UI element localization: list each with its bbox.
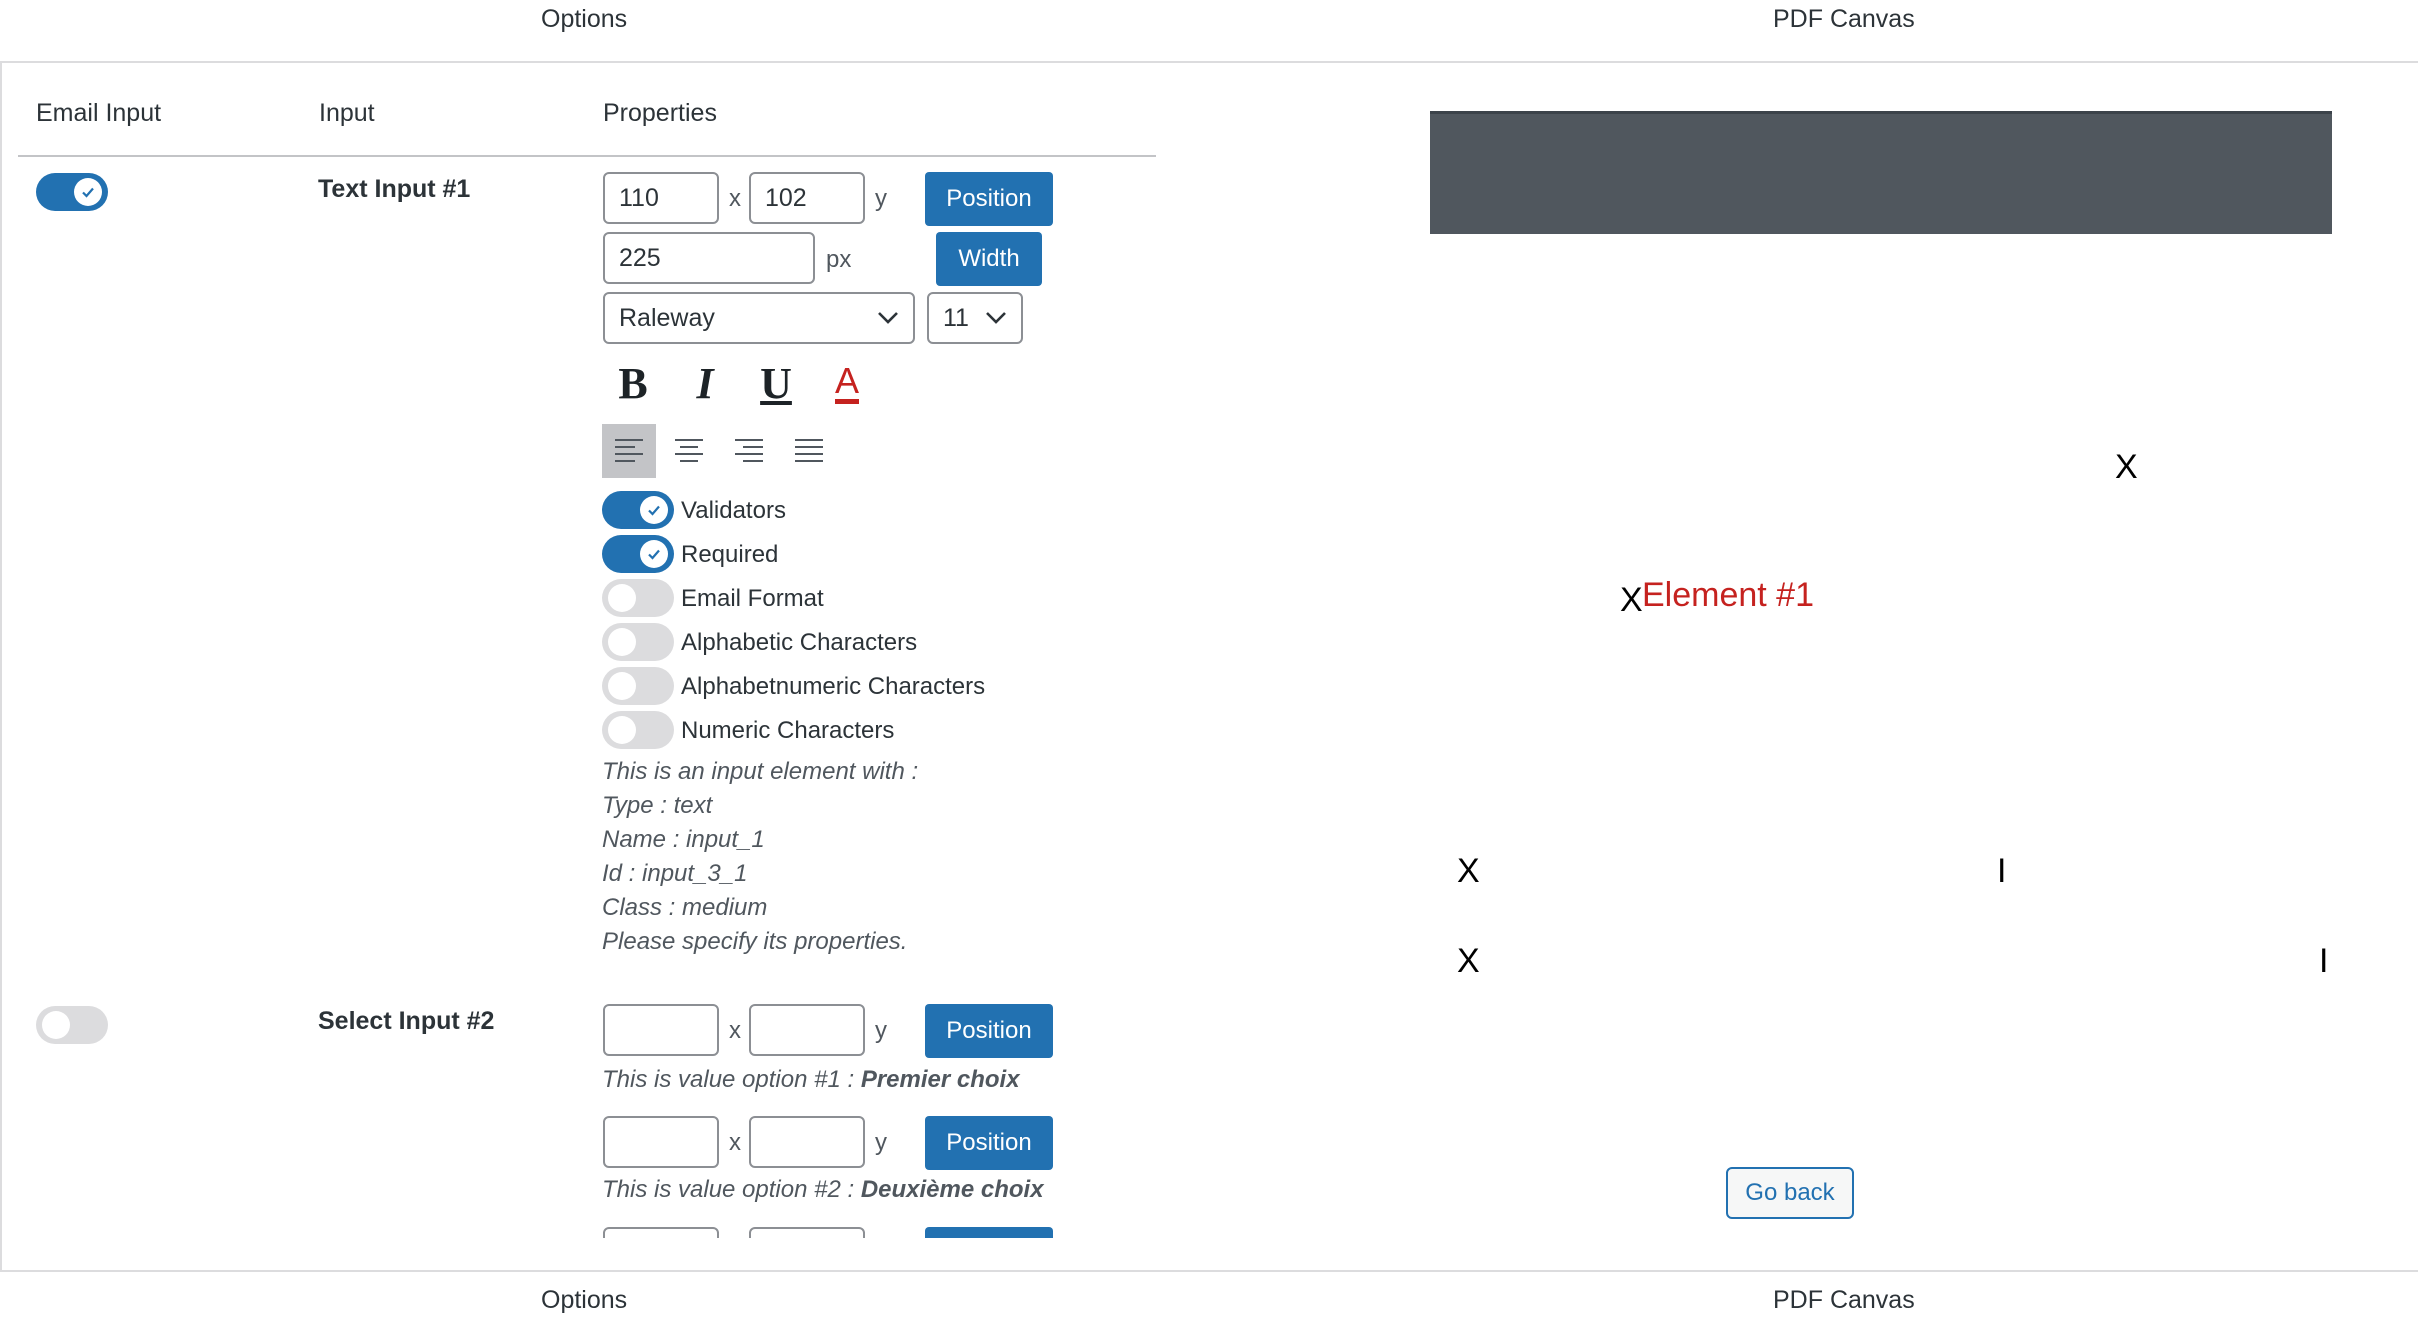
option2-desc-value: Deuxième choix xyxy=(860,1176,1044,1203)
email-format-label: Email Format xyxy=(681,585,824,612)
canvas-marker[interactable]: I xyxy=(2319,942,2328,981)
email-toggle-row1[interactable] xyxy=(36,173,108,211)
required-toggle[interactable] xyxy=(602,535,674,573)
validators-toggle[interactable] xyxy=(602,491,674,529)
text-color-button[interactable]: A xyxy=(822,358,872,408)
check-icon xyxy=(648,505,660,516)
option3-position-button[interactable] xyxy=(925,1227,1053,1238)
option2-position-button[interactable]: Position xyxy=(925,1116,1053,1170)
bold-icon: B xyxy=(618,358,648,408)
y-separator: y xyxy=(875,185,887,212)
description-line: Please specify its properties. xyxy=(602,928,908,955)
underline-button[interactable]: U xyxy=(751,358,801,408)
options-header: Options xyxy=(541,5,628,33)
header-divider xyxy=(18,155,1156,157)
go-back-button[interactable]: Go back xyxy=(1726,1167,1854,1219)
option2-x-input[interactable] xyxy=(603,1116,719,1168)
numeric-toggle[interactable] xyxy=(602,711,674,749)
pdf-canvas-footer: PDF Canvas xyxy=(1773,1286,1915,1314)
width-unit: px xyxy=(826,246,852,273)
font-size-select[interactable]: 11 xyxy=(927,292,1023,344)
width-input[interactable] xyxy=(603,232,815,284)
y-coordinate-input[interactable] xyxy=(749,172,865,224)
canvas-element-label[interactable]: Element #1 xyxy=(1642,576,1814,615)
pdf-header-bar xyxy=(1430,111,2332,234)
option3-y-input[interactable] xyxy=(749,1227,865,1238)
email-toggle-row2[interactable] xyxy=(36,1006,108,1044)
canvas-marker[interactable]: X xyxy=(1457,942,1480,981)
canvas-marker[interactable]: I xyxy=(1997,852,2006,891)
column-email-input: Email Input xyxy=(36,99,162,127)
column-input: Input xyxy=(319,99,375,127)
align-right-button[interactable] xyxy=(722,424,776,478)
email-format-toggle[interactable] xyxy=(602,579,674,617)
pdf-canvas[interactable]: X X Element #1 X I X I Go back xyxy=(1158,61,2418,1270)
align-justify-icon xyxy=(795,439,823,462)
align-center-icon xyxy=(675,439,703,462)
numeric-label: Numeric Characters xyxy=(681,717,895,744)
font-family-select[interactable]: Raleway xyxy=(603,292,915,344)
input-description: This is an input element with : Type : t… xyxy=(602,755,918,959)
description-line: Class : medium xyxy=(602,894,768,921)
canvas-marker[interactable]: X xyxy=(1457,852,1480,891)
option2-y-input[interactable] xyxy=(749,1116,865,1168)
font-size-value: 11 xyxy=(943,303,969,332)
bottom-footer-bar: Options PDF Canvas xyxy=(0,1270,2418,1328)
row-title-select-input-2: Select Input #2 xyxy=(318,1007,495,1035)
check-icon xyxy=(82,187,94,198)
validators-label: Validators xyxy=(681,497,786,524)
option2-description: This is value option #2 : Deuxième choix xyxy=(602,1173,1044,1207)
pdf-canvas-header: PDF Canvas xyxy=(1773,5,1915,33)
description-line: Type : text xyxy=(602,792,713,819)
top-header-bar: Options PDF Canvas xyxy=(0,0,2418,63)
description-line: This is an input element with : xyxy=(602,758,919,785)
alphabetic-label: Alphabetic Characters xyxy=(681,629,918,656)
position-button[interactable]: Position xyxy=(925,172,1053,226)
underline-icon: U xyxy=(760,358,792,408)
options-footer: Options xyxy=(541,1286,628,1314)
align-justify-button[interactable] xyxy=(782,424,836,478)
alphabetic-toggle[interactable] xyxy=(602,623,674,661)
option3-x-input[interactable] xyxy=(603,1227,719,1238)
canvas-marker[interactable]: X xyxy=(1620,581,1643,620)
left-border xyxy=(0,61,2,1270)
row-title-text-input-1: Text Input #1 xyxy=(318,175,471,203)
width-button[interactable]: Width xyxy=(936,232,1042,286)
x-separator: x xyxy=(729,1017,741,1044)
option1-desc-value: Premier choix xyxy=(860,1066,1020,1093)
options-panel[interactable]: Email Input Input Properties Text Input … xyxy=(18,61,1158,1238)
option1-desc-prefix: This is value option #1 : xyxy=(602,1066,861,1093)
font-family-value: Raleway xyxy=(619,303,715,332)
chevron-down-icon xyxy=(986,312,1006,324)
alphanumeric-toggle[interactable] xyxy=(602,667,674,705)
option1-y-input[interactable] xyxy=(749,1004,865,1056)
column-properties: Properties xyxy=(603,99,717,127)
text-color-icon: A xyxy=(834,362,859,404)
align-left-button[interactable] xyxy=(602,424,656,478)
x-separator: x xyxy=(729,185,741,212)
x-coordinate-input[interactable] xyxy=(603,172,719,224)
italic-icon: I xyxy=(696,358,714,408)
bold-button[interactable]: B xyxy=(608,358,658,408)
option2-desc-prefix: This is value option #2 : xyxy=(602,1176,861,1203)
align-left-icon xyxy=(615,439,643,462)
y-separator: y xyxy=(875,1129,887,1156)
alphanumeric-label: Alphabetnumeric Characters xyxy=(681,673,986,700)
chevron-down-icon xyxy=(878,312,898,324)
required-label: Required xyxy=(681,541,779,568)
option1-description: This is value option #1 : Premier choix xyxy=(602,1063,1020,1097)
align-right-icon xyxy=(735,439,763,462)
x-separator: x xyxy=(729,1129,741,1156)
option1-x-input[interactable] xyxy=(603,1004,719,1056)
y-separator: y xyxy=(875,1017,887,1044)
description-line: Id : input_3_1 xyxy=(602,860,748,887)
canvas-marker[interactable]: X xyxy=(2115,448,2138,487)
description-line: Name : input_1 xyxy=(602,826,765,853)
option1-position-button[interactable]: Position xyxy=(925,1004,1053,1058)
italic-button[interactable]: I xyxy=(680,358,730,408)
check-icon xyxy=(648,549,660,560)
toggle-knob xyxy=(74,178,102,206)
align-center-button[interactable] xyxy=(662,424,716,478)
